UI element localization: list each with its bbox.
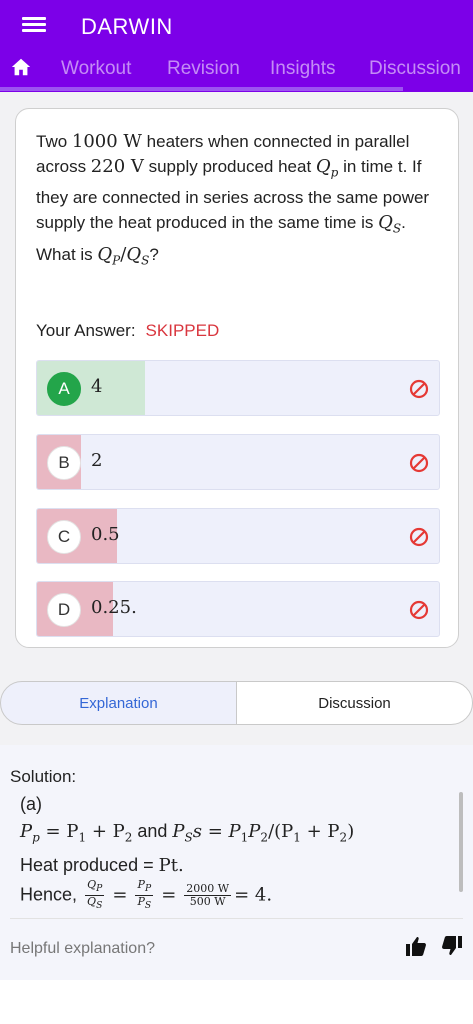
solution-line-3: Hence, QP QS = PP PS = 2000 W 500 W = 4. (20, 877, 273, 911)
option-letter: B (47, 446, 81, 480)
thumbs-up-icon[interactable] (404, 934, 428, 958)
tab-workout[interactable]: Workout (61, 58, 131, 80)
home-icon[interactable] (10, 56, 32, 78)
option-c[interactable]: C 0.5 (36, 508, 440, 564)
answer-label: Your Answer: (36, 321, 136, 340)
tab-revision[interactable]: Revision (167, 58, 240, 80)
tab-bar: Workout Revision Insights Discussion (0, 54, 473, 84)
tab-indicator (0, 87, 403, 91)
thumbs-down-icon[interactable] (440, 934, 464, 958)
option-letter: D (47, 593, 81, 627)
option-value: 2 (91, 450, 103, 471)
fraction-p: PP PS (135, 877, 154, 911)
solution-body: (a) Pp = P1 + P2 and PSs = P1P2/(P1 + P2… (20, 791, 354, 912)
helpful-label: Helpful explanation? (10, 940, 155, 957)
bottom-area (0, 980, 473, 1024)
fraction-w: 2000 W 500 W (184, 881, 232, 908)
your-answer: Your Answer: SKIPPED (36, 321, 219, 341)
answer-status: SKIPPED (145, 321, 220, 340)
tab-insights[interactable]: Insights (270, 58, 335, 80)
option-letter: C (47, 520, 81, 554)
tab-explanation[interactable]: Explanation (0, 681, 237, 725)
question-card: Two 1000 W heaters when connected in par… (15, 108, 459, 648)
tab-discussion[interactable]: Discussion (369, 58, 461, 80)
option-value: 4 (91, 376, 103, 397)
option-d[interactable]: D 0.25. (36, 581, 440, 637)
solution-part: (a) (20, 794, 42, 814)
menu-icon[interactable] (22, 14, 46, 36)
option-b[interactable]: B 2 (36, 434, 440, 490)
option-value: 0.5 (91, 524, 120, 545)
option-a[interactable]: A 4 (36, 360, 440, 416)
app-bar: DARWIN Workout Revision Insights Discuss… (0, 0, 473, 92)
ban-icon (409, 600, 429, 620)
option-letter: A (47, 372, 81, 406)
ban-icon (409, 453, 429, 473)
ban-icon (409, 379, 429, 399)
ban-icon (409, 527, 429, 547)
question-text: Two 1000 W heaters when connected in par… (36, 131, 430, 268)
divider (10, 918, 463, 919)
fraction-q: QP QS (85, 877, 105, 911)
solution-line-1: Pp = P1 + P2 and PSs = P1P2/(P1 + P2) (20, 821, 355, 845)
explanation-tabs: Explanation Discussion (0, 681, 473, 725)
solution-line-2: Heat produced = Pt. (20, 854, 184, 876)
option-value: 0.25. (91, 597, 137, 618)
tab-discussion-panel[interactable]: Discussion (236, 681, 473, 725)
app-title: DARWIN (81, 14, 173, 39)
solution-title: Solution: (10, 767, 77, 786)
scrollbar[interactable] (459, 792, 463, 892)
